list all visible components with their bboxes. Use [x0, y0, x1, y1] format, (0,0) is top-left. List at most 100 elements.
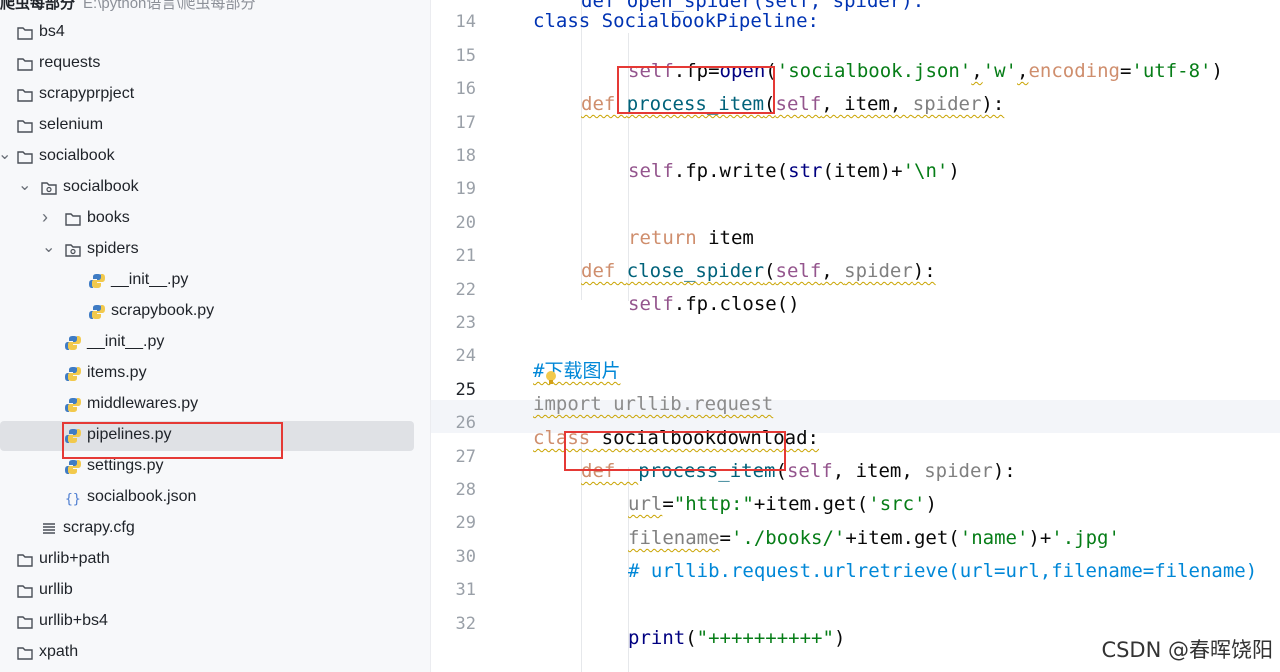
token: '\n': [902, 160, 949, 182]
token: str: [788, 160, 823, 182]
code-line-21: self.fp.close(): [431, 266, 1280, 315]
tree-item-label: urlib+path: [39, 550, 110, 567]
tree-item-label: xpath: [39, 643, 79, 660]
tree-item-label: bs4: [39, 23, 65, 40]
token: (: [685, 627, 697, 649]
code-line-14: self.fp=open('socialbook.json','w',encod…: [431, 33, 1280, 82]
tree-item[interactable]: middlewares.py: [0, 390, 430, 420]
project-tree-panel: 爬虫每部分 E:\python语言\爬虫每部分 bs4 requests scrapy…: [0, 0, 430, 672]
watermark: CSDN @春晖饶阳: [1101, 638, 1273, 662]
code-line-23: #下载图片: [431, 333, 1280, 382]
tree-item-label: scrapybook.py: [111, 302, 215, 319]
code-line-24: import urllib.request: [431, 366, 1280, 415]
tree-item-label: socialbook: [39, 147, 115, 164]
tree-item-label: socialbook: [63, 178, 139, 195]
code-line-26: def process_item(self, item, spider):: [431, 433, 1280, 482]
python-file-icon: [88, 272, 106, 290]
tree-item[interactable]: ⌄ socialbook: [0, 173, 430, 203]
code-line-15: def process_item(self, item, spider):: [431, 66, 1280, 115]
tree-item-label: requests: [39, 54, 101, 71]
folder-icon: [16, 551, 34, 569]
code-line-28: filename='./books/'+item.get('name')+'.j…: [431, 500, 1280, 549]
tree-item-label: scrapyprpject: [39, 85, 135, 102]
code-line-17: self.fp.write(str(item)+'\n'): [431, 133, 1280, 182]
chevron-down-icon[interactable]: ⌄: [0, 144, 12, 163]
tree-item[interactable]: selenium: [0, 111, 430, 141]
tree-item-label: scrapy.cfg: [63, 519, 135, 536]
token: print: [628, 627, 686, 649]
token: spider: [912, 93, 982, 115]
folder-icon: [16, 24, 34, 42]
tree-item-label: middlewares.py: [87, 395, 199, 412]
chevron-right-icon[interactable]: ›: [42, 207, 56, 227]
tree-item-label: items.py: [87, 364, 147, 381]
tree-item[interactable]: urllib+bs4: [0, 607, 430, 637]
python-file-icon: [88, 303, 106, 321]
code-line-29: # urllib.request.urlretrieve(url=url,fil…: [431, 533, 1280, 582]
code-line-25: class socialbookdownload:: [431, 400, 1280, 449]
tree-item[interactable]: scrapy.cfg: [0, 514, 430, 544]
tree-item-label: urllib+bs4: [39, 612, 108, 629]
folder-icon: [16, 582, 34, 600]
python-file-icon: [64, 334, 82, 352]
tree-item[interactable]: bs4: [0, 18, 430, 48]
tree-item-label: socialbook.json: [87, 488, 197, 505]
tree-item-label: __init__.py: [111, 271, 189, 288]
code-line-19: return item: [431, 200, 1280, 249]
svg-text:{}: {}: [65, 492, 81, 507]
tree-item[interactable]: {} socialbook.json: [0, 483, 430, 513]
tree-item-label: settings.py: [87, 457, 164, 474]
folder-icon: [16, 86, 34, 104]
token: , item,: [821, 93, 913, 115]
code-editor[interactable]: 1314151617181920212223242526272829303132…: [430, 0, 1280, 672]
tree-item[interactable]: › books: [0, 204, 430, 234]
package-folder-icon: [40, 179, 58, 197]
code-line-27: url="http:"+item.get('src'): [431, 466, 1280, 515]
tree-item-label: urllib: [39, 581, 73, 598]
token: self: [775, 93, 822, 115]
tree-item[interactable]: __init__.py: [0, 328, 430, 358]
json-file-icon: {}: [64, 489, 82, 507]
config-file-icon: [40, 520, 58, 538]
token: (item)+: [822, 160, 903, 182]
code-line-13b: def open_spider(self, spider):: [431, 0, 1280, 20]
tree-item[interactable]: requests: [0, 49, 430, 79]
tree-item[interactable]: __init__.py: [0, 266, 430, 296]
tree-item[interactable]: scrapybook.py: [0, 297, 430, 327]
python-file-icon: [64, 365, 82, 383]
token: "++++++++++": [696, 627, 834, 649]
tree-item-label: __init__.py: [87, 333, 165, 350]
folder-icon: [64, 210, 82, 228]
highlight-box-pipelines: [62, 422, 283, 459]
folder-icon: [16, 55, 34, 73]
code-line-31: print("++++++++++"): [431, 600, 1280, 649]
chevron-down-icon[interactable]: ⌄: [18, 175, 32, 194]
tree-item[interactable]: xpath: [0, 638, 430, 668]
code-line-20: def close_spider(self, spider):: [431, 233, 1280, 282]
project-path: E:\python语言\爬虫每部分: [83, 0, 256, 12]
token: .fp.write(: [673, 160, 789, 182]
package-folder-icon: [64, 241, 82, 259]
tree-item[interactable]: ⌄ socialbook: [0, 142, 430, 172]
tree-item[interactable]: scrapyprpject: [0, 80, 430, 110]
tree-item[interactable]: urlib+path: [0, 545, 430, 575]
project-root[interactable]: 爬虫每部分 E:\python语言\爬虫每部分: [0, 0, 256, 13]
tree-item-label: spiders: [87, 240, 139, 257]
project-name: 爬虫每部分: [0, 0, 76, 12]
folder-icon: [16, 613, 34, 631]
highlight-box-process-item-2: [564, 431, 786, 471]
folder-icon: [16, 644, 34, 662]
tree-item-label: books: [87, 209, 130, 226]
chevron-down-icon[interactable]: ⌄: [42, 237, 56, 256]
comment-text: # urllib.request.urlretrieve(url=url,fil…: [628, 560, 1258, 582]
token: self: [628, 293, 674, 315]
lightbulb-icon[interactable]: [544, 370, 558, 386]
token: ):: [981, 93, 1005, 115]
code-text: def open_spider(self, spider):: [581, 0, 925, 12]
tree-item[interactable]: items.py: [0, 359, 430, 389]
tree-item[interactable]: urllib: [0, 576, 430, 606]
tree-item[interactable]: ⌄ spiders: [0, 235, 430, 265]
folder-icon: [16, 148, 34, 166]
python-file-icon: [64, 396, 82, 414]
token: self: [628, 160, 674, 182]
